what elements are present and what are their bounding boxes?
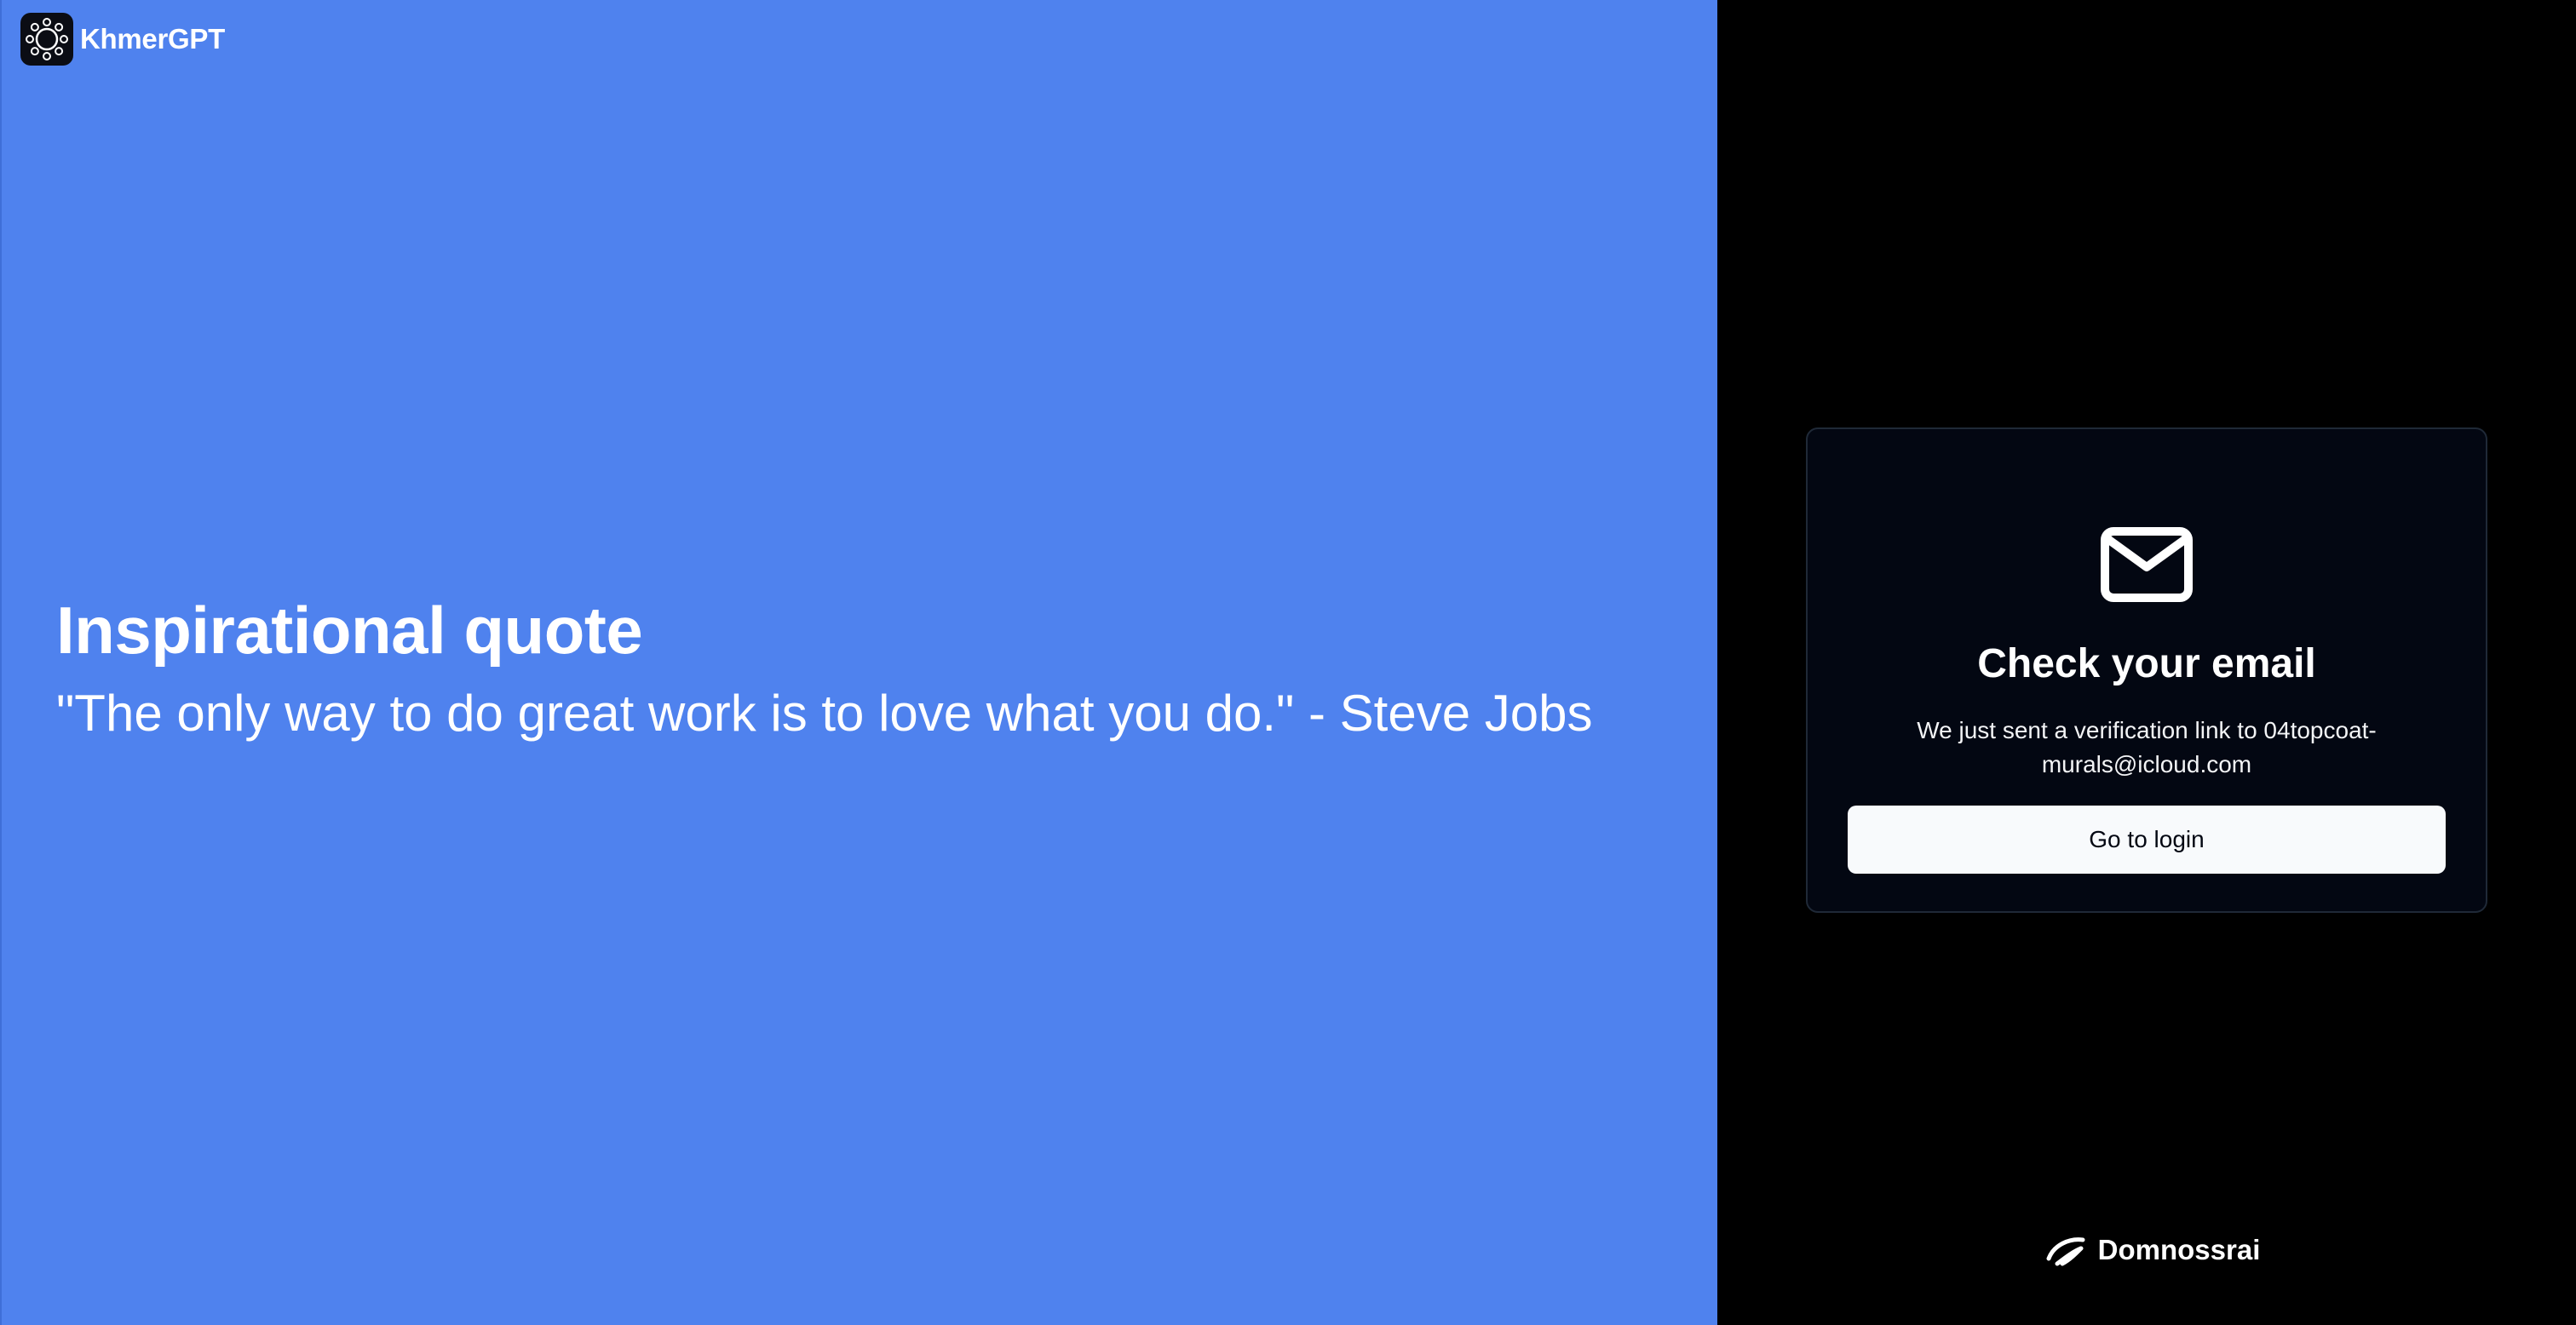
swoosh-logo-icon	[2046, 1237, 2085, 1266]
card-title: Check your email	[1977, 641, 2316, 686]
verification-page: KhmerGPT Inspirational quote "The only w…	[0, 0, 2576, 1325]
check-email-card: Check your email We just sent a verifica…	[1806, 427, 2487, 913]
verification-message: We just sent a verification link to 04to…	[1917, 717, 2377, 777]
verification-panel: Check your email We just sent a verifica…	[1717, 0, 2576, 1325]
brand-header[interactable]: KhmerGPT	[20, 12, 225, 66]
quote-text: "The only way to do great work is to lov…	[56, 685, 1593, 742]
quote-heading: Inspirational quote	[56, 593, 643, 668]
quote-panel: KhmerGPT Inspirational quote "The only w…	[0, 0, 1717, 1325]
quote-block: Inspirational quote "The only way to do …	[56, 588, 1692, 748]
mail-icon	[2101, 527, 2193, 602]
brand-name: KhmerGPT	[80, 23, 225, 54]
footer-brand[interactable]: Domnossrai	[1717, 1226, 2576, 1274]
circle-of-dots-icon	[20, 13, 73, 66]
footer-brand-name: Domnossrai	[2097, 1234, 2261, 1265]
go-to-login-button[interactable]: Go to login	[1848, 806, 2446, 874]
